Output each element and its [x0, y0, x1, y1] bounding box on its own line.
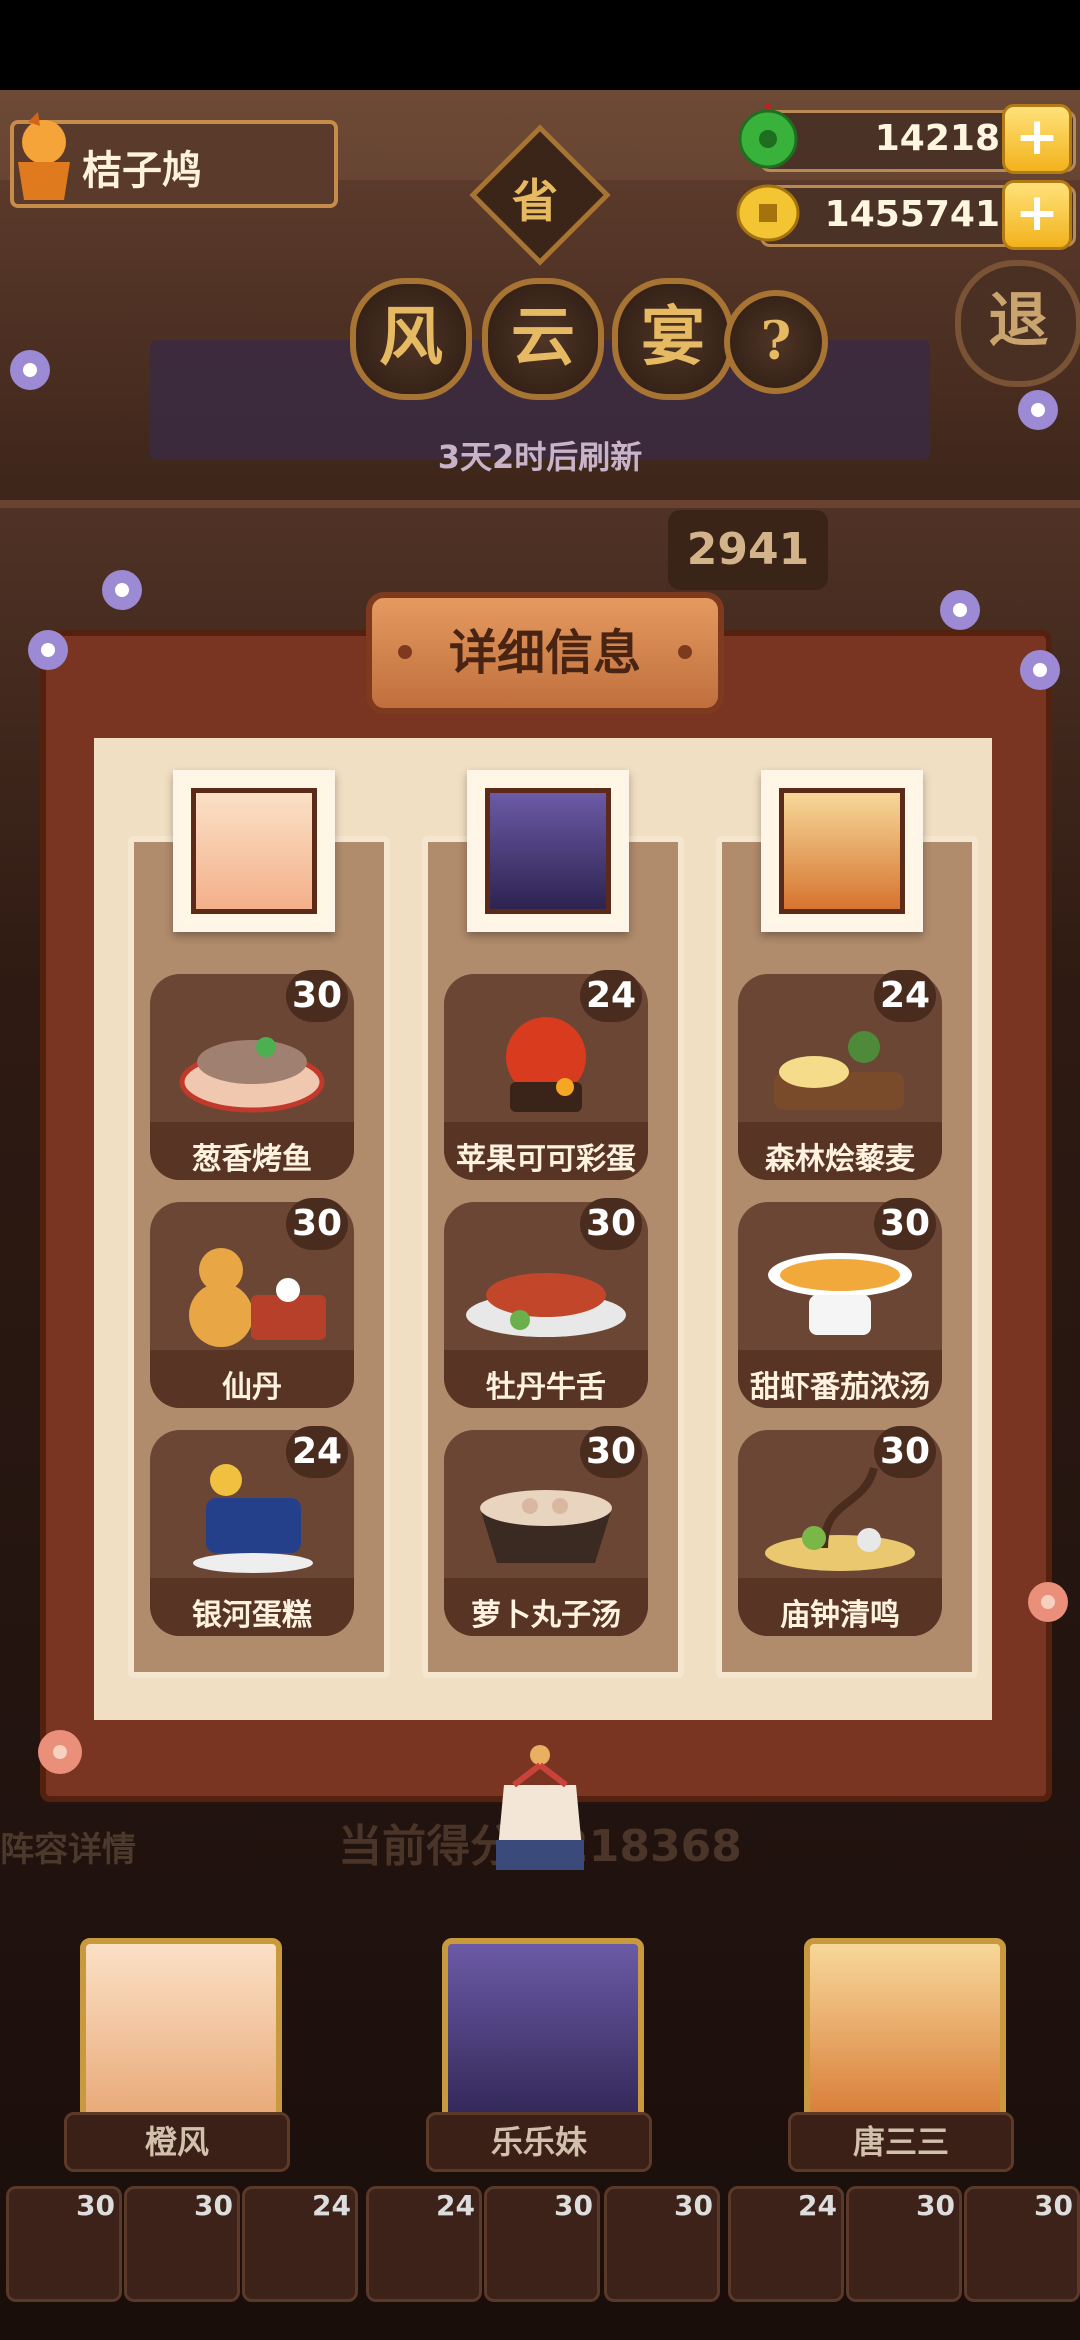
tassel-ornament-icon	[496, 1745, 584, 1870]
score-tag: 2941	[668, 510, 828, 590]
character-portrait-3[interactable]	[761, 770, 923, 932]
character-portrait-1[interactable]	[173, 770, 335, 932]
jade-amount: 14218	[874, 118, 1000, 159]
dish-value-badge: 30	[286, 970, 348, 1022]
dish-value-badge: 24	[286, 1426, 348, 1478]
add-jade-button[interactable]: +	[1002, 104, 1072, 174]
dish-slot[interactable]: 24	[728, 2186, 844, 2302]
hero-name-1: 橙风	[64, 2112, 290, 2172]
dish-slot-value: 30	[674, 2189, 713, 2222]
dish-slot[interactable]: 30	[6, 2186, 122, 2302]
title-char-2: 云	[482, 278, 604, 400]
flower-icon	[940, 590, 980, 630]
dish-slot[interactable]: 30	[846, 2186, 962, 2302]
dish-slot-value: 30	[194, 2189, 233, 2222]
hero-name-2: 乐乐妹	[426, 2112, 652, 2172]
dish-slot[interactable]: 30	[484, 2186, 600, 2302]
portrait-art-2	[485, 788, 611, 914]
player-avatar-icon	[18, 112, 70, 200]
dish-slot[interactable]: 24	[242, 2186, 358, 2302]
dish-slot[interactable]: 24	[366, 2186, 482, 2302]
flower-icon	[102, 570, 142, 610]
dish-value-badge: 24	[874, 970, 936, 1022]
dish-value-badge: 30	[874, 1426, 936, 1478]
character-portrait-2[interactable]	[467, 770, 629, 932]
flower-icon	[10, 350, 50, 390]
dish-slot-value: 24	[798, 2189, 837, 2222]
modal-title: 详细信息	[366, 592, 724, 714]
flower-icon	[1020, 650, 1060, 690]
status-bar	[0, 0, 1080, 90]
dish-slot[interactable]: 30	[124, 2186, 240, 2302]
coin-amount: 1455741	[824, 194, 1000, 235]
hero-portrait-3[interactable]	[804, 1938, 1006, 2140]
hero-name-3: 唐三三	[788, 2112, 1014, 2172]
dish-slot[interactable]: 30	[964, 2186, 1080, 2302]
dish-value-badge: 30	[580, 1198, 642, 1250]
portrait-art-3	[779, 788, 905, 914]
add-coins-button[interactable]: +	[1002, 180, 1072, 250]
province-glyph: 省	[512, 174, 558, 228]
coin-icon	[736, 184, 800, 242]
hero-portrait-2[interactable]	[442, 1938, 644, 2140]
dish-value-badge: 30	[580, 1426, 642, 1478]
flower-icon	[1018, 390, 1058, 430]
dish-name: 萝卜丸子汤	[471, 1598, 621, 1633]
dish-name: 牡丹牛舌	[486, 1370, 606, 1405]
title-char-1: 风	[350, 278, 472, 400]
flower-icon	[28, 630, 68, 670]
dish-name: 苹果可可彩蛋	[456, 1142, 636, 1177]
dish-slot[interactable]: 30	[604, 2186, 720, 2302]
dish-name: 庙钟清鸣	[780, 1598, 900, 1633]
hero-portrait-1[interactable]	[80, 1938, 282, 2140]
dish-name: 仙丹	[222, 1370, 282, 1405]
flower-icon	[1028, 1582, 1068, 1622]
dish-slot-value: 24	[312, 2189, 351, 2222]
dish-name: 葱香烤鱼	[192, 1142, 312, 1177]
jade-icon	[738, 104, 798, 169]
dish-name: 森林烩藜麦	[765, 1142, 915, 1177]
dish-slot-value: 24	[436, 2189, 475, 2222]
dish-name: 甜虾番茄浓汤	[750, 1370, 930, 1405]
title-char-3: 宴	[612, 278, 734, 400]
exit-button[interactable]: 退	[955, 260, 1080, 387]
dish-value-badge: 24	[580, 970, 642, 1022]
dish-value-badge: 30	[286, 1198, 348, 1250]
dish-slot-value: 30	[916, 2189, 955, 2222]
dish-value-badge: 30	[874, 1198, 936, 1250]
refresh-timer: 3天2时后刷新	[437, 438, 643, 476]
dish-slot-value: 30	[554, 2189, 593, 2222]
dish-name: 银河蛋糕	[192, 1598, 312, 1633]
flower-icon	[38, 1730, 82, 1774]
dish-slot-value: 30	[76, 2189, 115, 2222]
dish-slot-value: 30	[1034, 2189, 1073, 2222]
help-button[interactable]: ?	[724, 290, 828, 394]
portrait-art-1	[191, 788, 317, 914]
player-name: 桔子鸠	[82, 148, 202, 194]
